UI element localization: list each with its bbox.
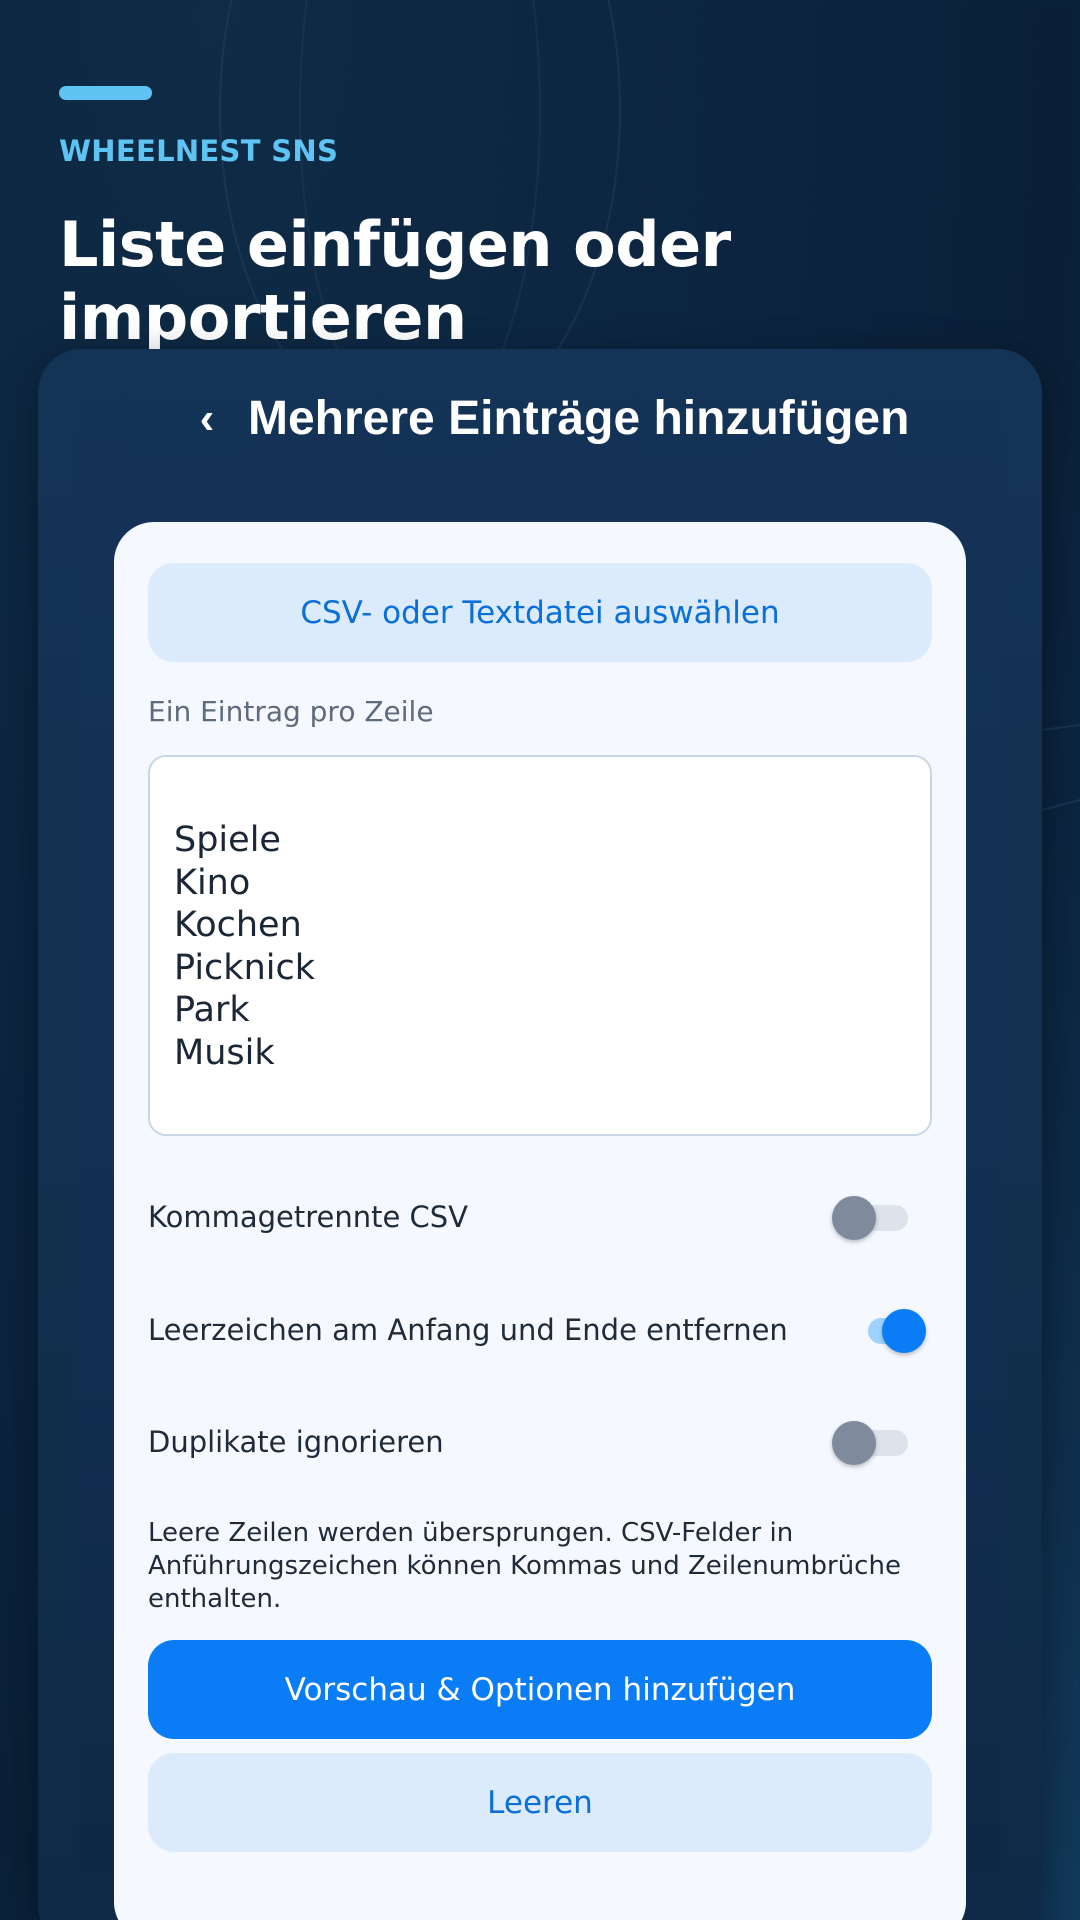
option-row-comma-csv[interactable]: Kommagetrennte CSV (148, 1188, 932, 1248)
select-file-button[interactable]: CSV- oder Textdatei auswählen (148, 563, 932, 662)
option-label: Kommagetrennte CSV (148, 1200, 469, 1234)
preview-add-options-button[interactable]: Vorschau & Optionen hinzufügen (148, 1640, 932, 1739)
entries-helper-label: Ein Eintrag pro Zeile (148, 695, 434, 728)
clear-button[interactable]: Leeren (148, 1753, 932, 1852)
page-title: Liste einfügen oder importieren (59, 208, 731, 354)
brand-label: WHEELNEST SNS (59, 134, 339, 168)
option-row-trim-whitespace[interactable]: Leerzeichen am Anfang und Ende entfernen (148, 1301, 932, 1361)
parsing-note: Leere Zeilen werden übersprungen. CSV-Fe… (148, 1518, 901, 1614)
entries-textarea[interactable]: Spiele Kino Kochen Picknick Park Musik (148, 755, 932, 1136)
option-label: Duplikate ignorieren (148, 1425, 444, 1459)
toggle-thumb[interactable] (832, 1421, 876, 1465)
option-label: Leerzeichen am Anfang und Ende entfernen (148, 1313, 788, 1347)
option-row-ignore-duplicates[interactable]: Duplikate ignorieren (148, 1413, 932, 1473)
back-icon[interactable]: ‹ (187, 393, 227, 445)
toggle-thumb[interactable] (882, 1309, 926, 1353)
screen-title: Mehrere Einträge hinzufügen (248, 392, 910, 445)
header-accent-bar (59, 86, 152, 100)
toggle-thumb[interactable] (832, 1196, 876, 1240)
import-form-card: CSV- oder Textdatei auswählen Ein Eintra… (114, 522, 966, 1920)
